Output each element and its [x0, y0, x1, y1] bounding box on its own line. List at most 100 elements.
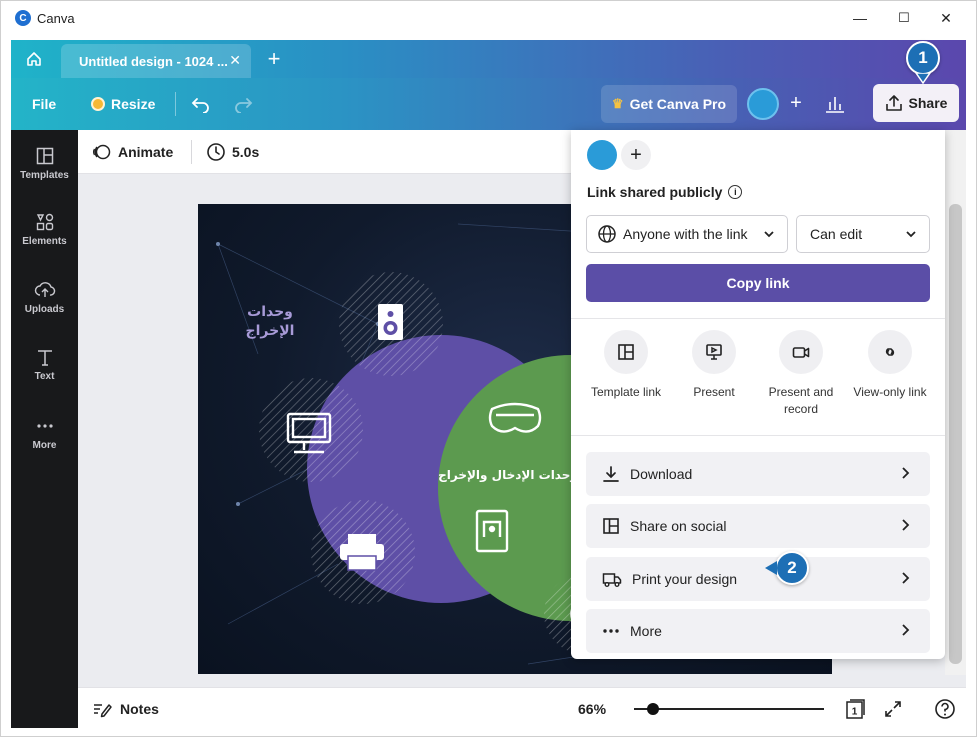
- print-design-row[interactable]: Print your design: [586, 557, 930, 601]
- home-button[interactable]: [19, 46, 49, 72]
- permission-value: Can edit: [810, 226, 863, 242]
- redo-button[interactable]: [233, 78, 253, 130]
- zoom-slider-handle[interactable]: [647, 703, 659, 715]
- sidebar-item-uploads[interactable]: Uploads: [11, 280, 78, 336]
- left-sidebar: Templates Elements Uploads Text More: [11, 130, 78, 728]
- present-icon: [706, 344, 722, 360]
- access-select[interactable]: Anyone with the link: [586, 215, 788, 253]
- sidebar-item-label: More: [32, 440, 57, 451]
- present-record-option[interactable]: Present and record: [758, 330, 844, 418]
- invite-plus-button[interactable]: +: [785, 92, 807, 114]
- sidebar-item-text[interactable]: Text: [11, 347, 78, 403]
- share-button[interactable]: Share: [873, 84, 959, 122]
- svg-text:الإخراج: الإخراج: [246, 323, 295, 339]
- pages-icon: 1: [846, 698, 865, 719]
- present-option[interactable]: Present: [671, 330, 757, 401]
- link-shared-label: Link shared publicly: [587, 184, 723, 200]
- maximize-button[interactable]: ☐: [893, 7, 915, 29]
- share-label: Share: [908, 95, 948, 111]
- tab-bar: Untitled design - 1024 ... ✕ +: [11, 40, 966, 78]
- callout-badge-1: 1: [906, 41, 940, 75]
- window-title: Canva: [37, 10, 75, 26]
- svg-text:1: 1: [852, 706, 858, 717]
- zoom-slider-track[interactable]: [634, 708, 824, 710]
- crown-icon: ♛: [611, 96, 624, 111]
- get-canva-pro-button[interactable]: ♛ Get Canva Pro: [601, 85, 737, 123]
- insights-button[interactable]: [823, 92, 849, 116]
- speaker-icon: [378, 304, 403, 340]
- minimize-button[interactable]: —: [849, 7, 871, 29]
- notes-label: Notes: [120, 700, 159, 717]
- vertical-scrollbar[interactable]: [945, 130, 966, 675]
- link-shared-heading: Link shared publicly i: [587, 184, 743, 200]
- share-upload-icon: [885, 95, 902, 111]
- download-row[interactable]: Download: [586, 452, 930, 496]
- close-window-button[interactable]: ✕: [935, 7, 957, 29]
- add-collaborator-button[interactable]: +: [621, 140, 651, 170]
- sidebar-item-more[interactable]: More: [11, 416, 78, 472]
- more-row[interactable]: More: [586, 609, 930, 653]
- template-link-icon: [618, 344, 634, 360]
- canva-logo-icon: C: [15, 10, 31, 26]
- sidebar-item-templates[interactable]: Templates: [11, 146, 78, 202]
- chevron-down-icon: [906, 231, 916, 238]
- top-toolbar: File Resize ♛ Get Canva Pro + Share: [11, 78, 966, 130]
- animate-button[interactable]: Animate: [92, 130, 173, 174]
- expand-icon: [885, 700, 901, 717]
- panel-divider: [571, 435, 945, 436]
- callout-pointer-icon: [765, 561, 777, 575]
- view-only-link-icon: [885, 348, 895, 356]
- view-only-link-option[interactable]: View-only link: [847, 330, 933, 401]
- info-icon[interactable]: i: [728, 185, 743, 199]
- zoom-level: 66%: [578, 700, 607, 717]
- home-icon: [27, 52, 41, 66]
- option-label: Present and record: [768, 385, 834, 416]
- permission-select[interactable]: Can edit: [796, 215, 930, 253]
- title-bar: C Canva — ☐ ✕: [1, 1, 976, 35]
- present-record-icon: [792, 347, 810, 358]
- file-menu-button[interactable]: File: [32, 78, 56, 130]
- resize-icon: [91, 97, 105, 111]
- duration-label: 5.0s: [232, 144, 260, 160]
- copy-link-button[interactable]: Copy link: [586, 264, 930, 302]
- template-link-option[interactable]: Template link: [583, 330, 669, 401]
- duration-button[interactable]: 5.0s: [206, 130, 259, 174]
- row-label: Share on social: [630, 518, 727, 534]
- more-dots-icon: [603, 629, 619, 633]
- share-on-social-row[interactable]: Share on social: [586, 504, 930, 548]
- bar-chart-icon: [826, 97, 844, 113]
- download-icon: [603, 466, 619, 482]
- fullscreen-button[interactable]: [883, 688, 903, 729]
- help-icon: [935, 698, 955, 719]
- elements-icon: [36, 213, 53, 231]
- scrollbar-thumb[interactable]: [949, 204, 962, 664]
- more-icon: [36, 424, 53, 428]
- help-button[interactable]: [934, 688, 956, 729]
- share-social-icon: [603, 518, 619, 534]
- toolbar-divider: [175, 92, 176, 116]
- get-pro-label: Get Canva Pro: [629, 96, 727, 112]
- status-bar: Notes 66% 1: [78, 687, 966, 728]
- undo-icon: [191, 98, 209, 113]
- collaborator-avatar[interactable]: [587, 140, 617, 170]
- option-label: Present: [693, 385, 735, 399]
- animate-label: Animate: [118, 144, 174, 160]
- chevron-right-icon: [902, 572, 910, 584]
- print-design-icon: [602, 573, 622, 587]
- tab-close-icon[interactable]: ✕: [229, 52, 241, 69]
- row-label: More: [630, 623, 662, 639]
- resize-label: Resize: [111, 96, 156, 112]
- text-icon: [37, 350, 52, 366]
- tab-untitled-design[interactable]: Untitled design - 1024 ... ✕: [61, 44, 251, 78]
- resize-button[interactable]: Resize: [91, 78, 155, 130]
- callout-pointer-icon: [915, 73, 931, 85]
- page-count-button[interactable]: 1: [844, 688, 866, 729]
- callout-badge-2: 2: [775, 551, 809, 585]
- user-avatar[interactable]: [747, 88, 779, 120]
- canva-window: C Canva — ☐ ✕ Untitled design - 1024 ...…: [0, 0, 977, 737]
- sidebar-item-elements[interactable]: Elements: [11, 212, 78, 268]
- notes-button[interactable]: Notes: [92, 688, 159, 729]
- new-tab-button[interactable]: +: [261, 46, 287, 72]
- undo-button[interactable]: [191, 78, 211, 130]
- context-toolbar-divider: [191, 140, 192, 164]
